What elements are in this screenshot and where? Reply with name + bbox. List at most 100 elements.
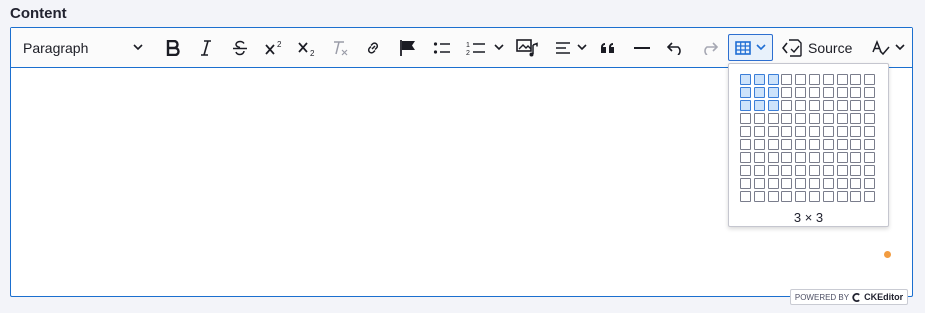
table-grid-cell[interactable]	[767, 191, 779, 202]
table-grid-cell[interactable]	[850, 113, 862, 124]
table-grid-cell[interactable]	[767, 113, 779, 124]
table-grid-cell[interactable]	[850, 126, 862, 137]
table-grid-cell[interactable]	[836, 126, 848, 137]
table-grid-cell[interactable]	[781, 100, 793, 111]
table-grid-cell[interactable]	[767, 165, 779, 176]
table-grid-cell[interactable]	[808, 100, 820, 111]
redo-button[interactable]	[697, 34, 721, 61]
table-grid-cell[interactable]	[795, 152, 807, 163]
superscript-button[interactable]: 2	[261, 34, 287, 61]
table-grid-cell[interactable]	[808, 152, 820, 163]
table-grid-cell[interactable]	[822, 87, 834, 98]
table-grid-cell[interactable]	[808, 113, 820, 124]
table-grid-cell[interactable]	[781, 113, 793, 124]
table-grid-cell[interactable]	[753, 178, 765, 189]
table-grid-cell[interactable]	[795, 191, 807, 202]
source-button[interactable]: Source	[782, 34, 856, 61]
table-grid-cell[interactable]	[850, 165, 862, 176]
table-grid-cell[interactable]	[822, 126, 834, 137]
table-grid-cell[interactable]	[850, 178, 862, 189]
link-button[interactable]	[361, 34, 385, 61]
table-grid-cell[interactable]	[753, 100, 765, 111]
table-grid-cell[interactable]	[767, 152, 779, 163]
table-grid-cell[interactable]	[822, 152, 834, 163]
table-grid-cell[interactable]	[808, 178, 820, 189]
table-grid-cell[interactable]	[740, 126, 751, 137]
undo-button[interactable]	[664, 34, 688, 61]
table-grid-cell[interactable]	[822, 100, 834, 111]
table-grid-cell[interactable]	[795, 100, 807, 111]
table-grid-cell[interactable]	[767, 100, 779, 111]
table-grid-cell[interactable]	[836, 100, 848, 111]
table-grid-cell[interactable]	[740, 100, 751, 111]
table-grid-cell[interactable]	[767, 126, 779, 137]
table-grid-cell[interactable]	[836, 113, 848, 124]
table-grid-cell[interactable]	[781, 191, 793, 202]
table-grid-cell[interactable]	[753, 152, 765, 163]
table-grid-cell[interactable]	[808, 74, 820, 85]
remove-format-button[interactable]	[328, 34, 352, 61]
table-grid-cell[interactable]	[795, 139, 807, 150]
bold-button[interactable]	[161, 34, 185, 61]
numbered-list-button[interactable]: 12	[462, 34, 508, 61]
table-grid-cell[interactable]	[864, 87, 876, 98]
table-grid-cell[interactable]	[850, 74, 862, 85]
table-grid-cell[interactable]	[864, 139, 876, 150]
table-grid-cell[interactable]	[822, 113, 834, 124]
table-grid-cell[interactable]	[822, 178, 834, 189]
table-grid-cell[interactable]	[836, 191, 848, 202]
table-grid-cell[interactable]	[753, 74, 765, 85]
table-grid-cell[interactable]	[836, 87, 848, 98]
table-grid-cell[interactable]	[864, 74, 876, 85]
table-grid-cell[interactable]	[740, 74, 751, 85]
table-grid-cell[interactable]	[767, 139, 779, 150]
blockquote-button[interactable]	[596, 34, 620, 61]
table-grid-cell[interactable]	[822, 191, 834, 202]
media-button[interactable]	[514, 34, 540, 61]
table-grid-cell[interactable]	[850, 87, 862, 98]
table-grid-cell[interactable]	[864, 178, 876, 189]
table-grid-cell[interactable]	[836, 139, 848, 150]
table-grid-cell[interactable]	[850, 152, 862, 163]
table-grid-cell[interactable]	[850, 191, 862, 202]
table-grid-cell[interactable]	[781, 165, 793, 176]
table-grid-cell[interactable]	[795, 113, 807, 124]
table-grid-cell[interactable]	[795, 87, 807, 98]
powered-by-badge[interactable]: POWERED BY CKEditor	[790, 289, 908, 305]
table-grid-cell[interactable]	[740, 191, 751, 202]
table-grid-cell[interactable]	[808, 87, 820, 98]
table-grid-cell[interactable]	[740, 178, 751, 189]
table-grid-cell[interactable]	[740, 87, 751, 98]
table-grid-cell[interactable]	[808, 126, 820, 137]
table-grid-cell[interactable]	[740, 152, 751, 163]
flag-button[interactable]	[396, 34, 420, 61]
insert-table-button[interactable]	[728, 34, 773, 61]
subscript-button[interactable]: 2	[294, 34, 320, 61]
italic-button[interactable]	[194, 34, 218, 61]
table-grid-cell[interactable]	[795, 165, 807, 176]
table-grid-cell[interactable]	[781, 74, 793, 85]
table-grid-cell[interactable]	[795, 178, 807, 189]
bulleted-list-button[interactable]	[430, 34, 454, 61]
table-grid-cell[interactable]	[740, 113, 751, 124]
table-grid-cell[interactable]	[740, 139, 751, 150]
table-grid-cell[interactable]	[753, 113, 765, 124]
table-grid-cell[interactable]	[753, 87, 765, 98]
align-button[interactable]	[551, 34, 591, 61]
table-grid-cell[interactable]	[850, 100, 862, 111]
horizontal-line-button[interactable]	[630, 34, 654, 61]
table-grid-cell[interactable]	[781, 87, 793, 98]
table-grid-cell[interactable]	[822, 139, 834, 150]
spellcheck-button[interactable]	[868, 34, 908, 61]
table-grid-cell[interactable]	[740, 165, 751, 176]
table-grid-cell[interactable]	[753, 139, 765, 150]
table-grid-cell[interactable]	[753, 165, 765, 176]
table-grid-cell[interactable]	[767, 87, 779, 98]
table-grid-cell[interactable]	[753, 191, 765, 202]
table-grid-cell[interactable]	[864, 126, 876, 137]
table-grid-cell[interactable]	[850, 139, 862, 150]
table-grid-cell[interactable]	[808, 165, 820, 176]
table-grid-cell[interactable]	[822, 165, 834, 176]
table-grid-cell[interactable]	[808, 139, 820, 150]
table-grid-cell[interactable]	[864, 100, 876, 111]
